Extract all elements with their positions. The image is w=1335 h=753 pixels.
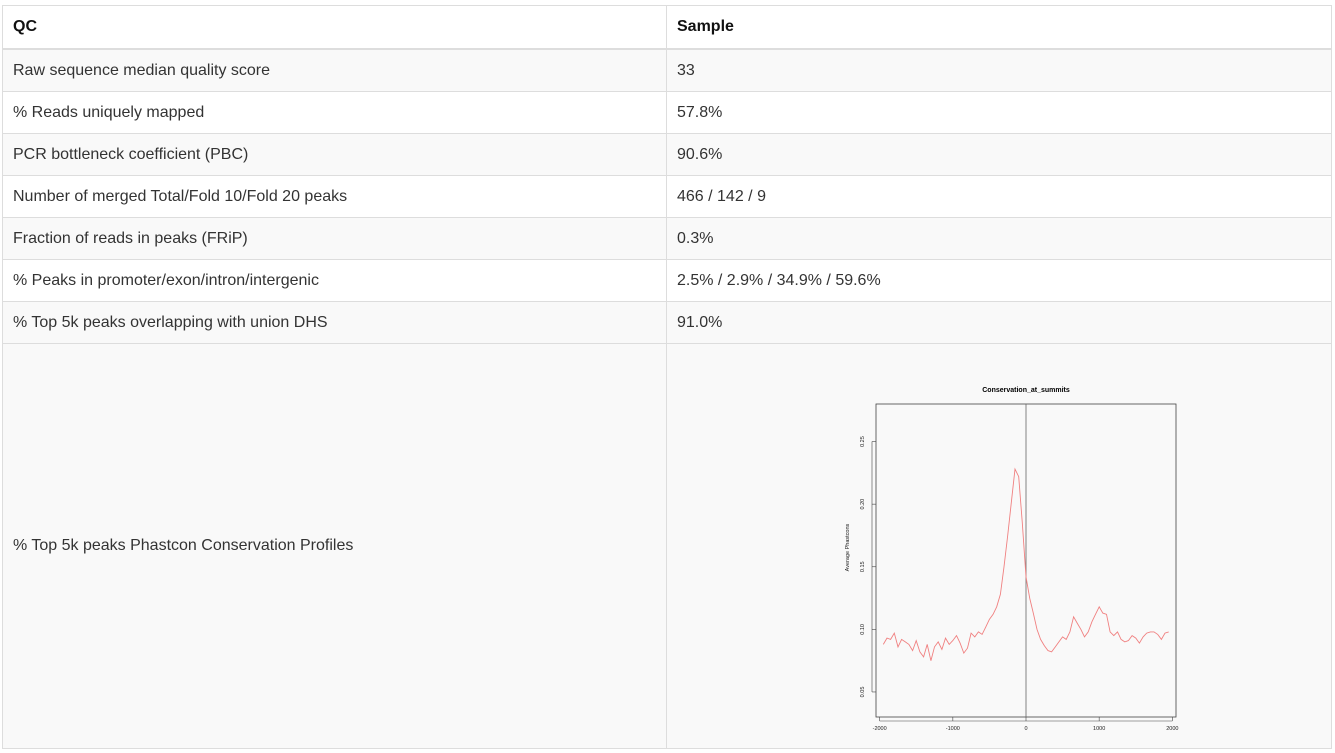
conservation-plot-container: Conservation_at_summits -2000 -1000 0 1000 20… [667, 344, 1332, 748]
qc-metric-value: 466 / 142 / 9 [666, 175, 1332, 218]
qc-metric-label: PCR bottleneck coefficient (PBC) [2, 133, 667, 176]
table-row: Fraction of reads in peaks (FRiP) 0.3% [2, 217, 1332, 260]
x-tick-label: 2000 [1166, 726, 1178, 732]
qc-table-container: QC Sample Raw sequence median quality sc… [2, 5, 1332, 749]
table-row: % Reads uniquely mapped 57.8% [2, 91, 1332, 134]
qc-metric-label: Raw sequence median quality score [2, 48, 667, 92]
column-header-qc[interactable]: QC [2, 5, 667, 50]
x-tick-label: -1000 [946, 726, 960, 732]
x-tick-label: -2000 [873, 726, 887, 732]
y-axis-label: Average Phastcons [845, 523, 851, 571]
conservation-plot: Conservation_at_summits -2000 -1000 0 1000 20… [845, 387, 1178, 732]
qc-metric-value: 33 [666, 48, 1332, 92]
table-row: Raw sequence median quality score 33 [2, 48, 1332, 92]
x-tick-label: 1000 [1093, 726, 1105, 732]
y-tick-label: 0.20 [860, 499, 866, 510]
y-tick-label: 0.25 [860, 436, 866, 447]
qc-metric-label: Number of merged Total/Fold 10/Fold 20 p… [2, 175, 667, 218]
qc-metric-label: % Peaks in promoter/exon/intron/intergen… [2, 259, 667, 302]
y-tick-label: 0.10 [860, 624, 866, 635]
table-row: % Top 5k peaks overlapping with union DH… [2, 301, 1332, 344]
y-tick-label: 0.05 [860, 687, 866, 698]
qc-metric-value: 91.0% [666, 301, 1332, 344]
qc-metric-label: % Top 5k peaks overlapping with union DH… [2, 301, 667, 344]
table-row: % Top 5k peaks Phastcon Conservation Pro… [2, 343, 1332, 749]
table-row: Number of merged Total/Fold 10/Fold 20 p… [2, 175, 1332, 218]
table-row: PCR bottleneck coefficient (PBC) 90.6% [2, 133, 1332, 176]
qc-metric-label: % Reads uniquely mapped [2, 91, 667, 134]
y-tick-label: 0.15 [860, 561, 866, 572]
chart-title: Conservation_at_summits [982, 387, 1070, 394]
table-row: % Peaks in promoter/exon/intron/intergen… [2, 259, 1332, 302]
qc-metric-value: 0.3% [666, 217, 1332, 260]
conservation-plot-cell: Conservation_at_summits -2000 -1000 0 1000 20… [666, 343, 1332, 749]
table-header-row: QC Sample [2, 5, 1332, 50]
x-tick-label: 0 [1024, 726, 1027, 732]
qc-metric-value: 2.5% / 2.9% / 34.9% / 59.6% [666, 259, 1332, 302]
qc-table: QC Sample Raw sequence median quality sc… [2, 5, 1332, 749]
qc-metric-value: 90.6% [666, 133, 1332, 176]
qc-metric-value: 57.8% [666, 91, 1332, 134]
column-header-sample[interactable]: Sample [666, 5, 1332, 50]
qc-metric-label: Fraction of reads in peaks (FRiP) [2, 217, 667, 260]
qc-metric-label: % Top 5k peaks Phastcon Conservation Pro… [2, 343, 667, 749]
